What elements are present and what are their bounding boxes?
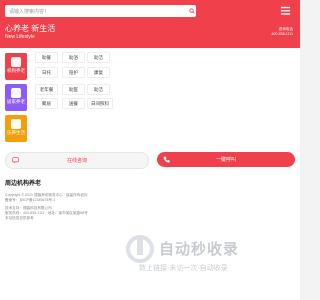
service-chip[interactable]: 日间照料 [87,98,113,109]
service-chip[interactable]: 聚居 [35,98,58,109]
menu-icon[interactable] [280,5,291,16]
category-label: 机构养老 [7,68,25,73]
service-chip[interactable]: 助洁 [87,84,110,95]
service-chip[interactable]: 康复 [87,67,110,78]
brand-subtitle: New Lifestyle [5,34,35,40]
category-lifestyle[interactable]: 乐养生活 [5,115,27,142]
watermark-logo-icon [126,235,154,263]
header: 请输入搜索内容！ 心养老 新生活 New Lifestyle 咨询电话 400-… [0,0,300,48]
footer-line: 本站信息仅供参考 [5,216,34,220]
watermark-subtext: 数上链接·未访一次·自动收录 [139,265,228,272]
category-label: 乐养生活 [7,130,25,135]
watermark-text: 自动秒收录 [159,241,240,258]
category-label: 居家养老 [7,99,25,104]
service-chip[interactable]: 助洁 [87,52,110,63]
service-chip[interactable]: 日托 [35,67,58,78]
call-label: 一键呼叫 [215,157,236,163]
service-chip[interactable]: 老年餐 [35,84,58,95]
search-button[interactable] [187,6,196,16]
online-consult-label: 在线咨询 [66,158,87,164]
call-button[interactable]: 一键呼叫 [157,152,295,167]
chat-icon [12,157,19,164]
category-home[interactable]: 居家养老 [5,84,27,111]
online-consult-button[interactable]: 在线咨询 [5,152,149,169]
search-icon [188,8,195,14]
service-chip[interactable]: 助浴 [62,52,85,63]
brand-title: 心养老 新生活 [5,24,56,33]
category-institution[interactable]: 机构养老 [5,53,27,80]
search-bar[interactable]: 请输入搜索内容！ [5,5,196,17]
footer-line: 备案号：京ICP备12345678号-1 [5,198,56,202]
contact-info: 咨询电话 400-838-1111 [271,27,293,37]
watermark: 自动秒收录 数上链接·未访一次·自动收录 [115,232,295,278]
service-chip[interactable]: 陪护 [62,67,85,78]
home-icon [11,88,21,98]
service-chip[interactable]: 助餐 [35,52,58,63]
lifestyle-icon [11,119,21,129]
footer: 周边机构养老 Copyright © 2021 德馨养老服务中心 · 保留所有权… [5,178,295,221]
footer-title: 周边机构养老 [5,181,42,187]
building-icon [11,57,21,67]
contact-phone[interactable]: 400-838-1111 [271,32,293,37]
brand: 心养老 新生活 New Lifestyle [5,24,55,41]
search-input[interactable]: 请输入搜索内容！ [5,8,187,15]
service-chip[interactable]: 送餐 [62,98,85,109]
service-chip[interactable]: 助医 [62,84,85,95]
phone-icon [163,156,170,163]
